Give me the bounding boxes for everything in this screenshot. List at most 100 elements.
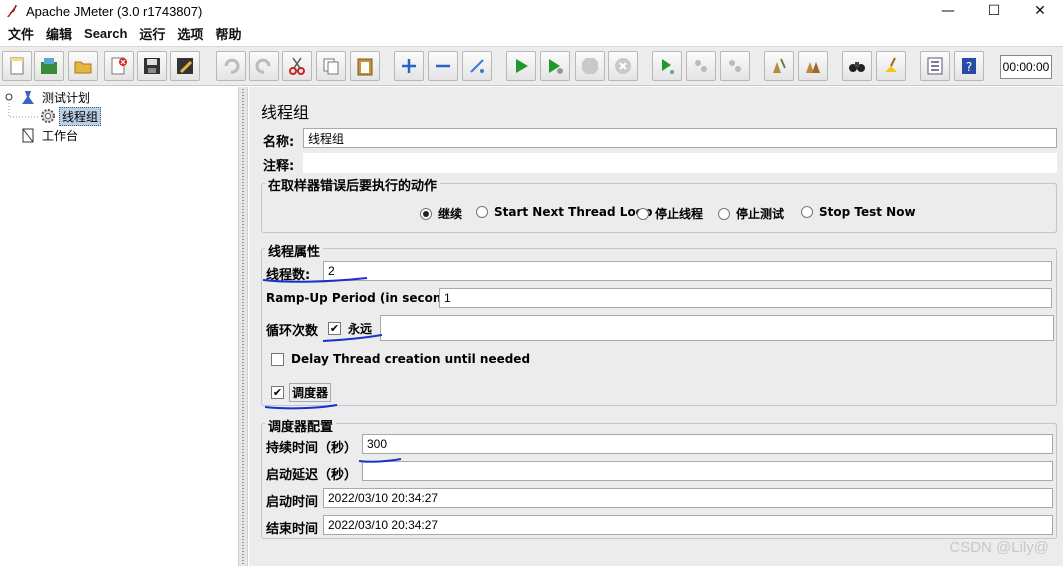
open-button[interactable] xyxy=(68,51,98,81)
name-field[interactable]: 线程组 xyxy=(303,128,1057,148)
menu-help[interactable]: 帮助 xyxy=(209,24,247,43)
paste-button[interactable] xyxy=(350,51,380,81)
radio-start-next-loop[interactable]: Start Next Thread Loop xyxy=(476,205,653,219)
save-button[interactable] xyxy=(137,51,167,81)
radio-stop-test[interactable]: 停止测试 xyxy=(718,205,784,222)
startup-delay-field[interactable] xyxy=(362,461,1053,481)
start-time-field[interactable]: 2022/03/10 20:34:27 xyxy=(323,488,1053,508)
collapse-icon xyxy=(436,64,450,68)
menu-run[interactable]: 运行 xyxy=(133,24,171,43)
radio-continue[interactable]: 继续 xyxy=(420,205,462,222)
scheduler-checkbox[interactable]: ✔ 调度器 xyxy=(271,383,332,402)
toolbar: ? 00:00:00 xyxy=(0,46,1063,86)
help-button[interactable]: ? xyxy=(954,51,984,81)
gear-icon xyxy=(40,108,56,124)
stop-button[interactable] xyxy=(575,51,605,81)
templates-button[interactable] xyxy=(34,51,64,81)
rampup-label: Ramp-Up Period (in seconds): xyxy=(266,291,468,305)
start-button[interactable] xyxy=(506,51,536,81)
comment-field[interactable] xyxy=(303,153,1057,173)
scheduler-check-icon: ✔ xyxy=(271,386,284,399)
test-tree: 测试计划 线程组 工作台 xyxy=(0,87,238,566)
toggle-button[interactable] xyxy=(462,51,492,81)
undo-button[interactable] xyxy=(216,51,246,81)
start-no-pause-icon xyxy=(549,59,563,74)
new-icon xyxy=(10,57,24,75)
close-button[interactable]: ✕ xyxy=(1017,0,1063,22)
remote-start-button[interactable] xyxy=(652,51,682,81)
menu-edit[interactable]: 编辑 xyxy=(40,24,78,43)
copy-icon xyxy=(323,58,339,75)
sampler-error-group-title: 在取样器错误后要执行的动作 xyxy=(265,175,441,194)
remote-stop-button[interactable] xyxy=(686,51,716,81)
radio-stop-test-dot xyxy=(718,207,730,220)
radio-start-next-loop-dot xyxy=(476,206,488,218)
thread-properties-title: 线程属性 xyxy=(265,241,324,260)
reset-search-button[interactable] xyxy=(876,51,906,81)
radio-stop-thread[interactable]: 停止线程 xyxy=(637,205,703,222)
loop-forever-checkbox[interactable]: ✔ 永远 xyxy=(328,320,374,337)
shutdown-button[interactable] xyxy=(608,51,638,81)
clear-button[interactable] xyxy=(764,51,794,81)
delay-thread-creation-checkbox[interactable]: Delay Thread creation until needed xyxy=(271,352,532,366)
remote-shutdown-button[interactable] xyxy=(720,51,750,81)
tree-node-workbench[interactable]: 工作台 xyxy=(20,126,80,144)
comment-label: 注释: xyxy=(263,159,295,174)
end-time-field[interactable]: 2022/03/10 20:34:27 xyxy=(323,515,1053,535)
copy-button[interactable] xyxy=(316,51,346,81)
rampup-field[interactable]: 1 xyxy=(439,288,1052,308)
svg-text:?: ? xyxy=(966,60,972,74)
scheduler-config-title: 调度器配置 xyxy=(265,416,337,435)
search-button[interactable] xyxy=(842,51,872,81)
cut-button[interactable] xyxy=(282,51,312,81)
redo-icon xyxy=(255,58,271,74)
clear-all-button[interactable] xyxy=(798,51,828,81)
test-plan-icon xyxy=(20,89,36,105)
start-no-pause-button[interactable] xyxy=(540,51,570,81)
function-helper-icon xyxy=(927,57,943,75)
maximize-button[interactable]: ☐ xyxy=(971,0,1017,22)
duration-field[interactable]: 300 xyxy=(362,434,1053,454)
window-title: Apache JMeter (3.0 r1743807) xyxy=(26,3,203,19)
threads-field[interactable]: 2 xyxy=(323,261,1052,281)
redo-button[interactable] xyxy=(249,51,279,81)
save-as-button[interactable] xyxy=(170,51,200,81)
radio-stop-test-now[interactable]: Stop Test Now xyxy=(801,205,916,219)
menu-file[interactable]: 文件 xyxy=(2,24,40,43)
menu-search[interactable]: Search xyxy=(78,26,133,41)
radio-stop-test-label: 停止测试 xyxy=(736,207,785,221)
templates-icon xyxy=(41,58,57,74)
name-label: 名称: xyxy=(263,135,295,150)
tree-label-thread-group: 线程组 xyxy=(59,106,102,126)
save-as-icon xyxy=(177,58,193,74)
loop-forever-check-icon: ✔ xyxy=(328,322,341,335)
radio-stop-thread-dot xyxy=(637,207,649,220)
function-helper-button[interactable] xyxy=(920,51,950,81)
tree-node-thread-group[interactable]: 线程组 xyxy=(40,106,102,126)
stop-icon xyxy=(582,58,598,74)
close-file-icon xyxy=(111,57,127,75)
radio-stop-test-now-label: Stop Test Now xyxy=(819,205,916,219)
close-file-button[interactable] xyxy=(104,51,134,81)
expand-icon xyxy=(402,59,416,73)
loop-count-field[interactable] xyxy=(380,315,1054,341)
split-pane-divider[interactable] xyxy=(238,87,248,566)
loop-count-label: 循环次数 xyxy=(266,324,319,339)
menu-options[interactable]: 选项 xyxy=(171,24,209,43)
jmeter-feather-icon xyxy=(4,3,20,19)
reset-search-icon xyxy=(885,57,897,72)
radio-stop-test-now-dot xyxy=(801,206,813,218)
new-button[interactable] xyxy=(2,51,32,81)
tree-node-test-plan[interactable]: 测试计划 xyxy=(20,88,92,106)
window-controls: — ☐ ✕ xyxy=(925,0,1063,22)
toggle-icon xyxy=(470,59,484,73)
end-time-label: 结束时间 xyxy=(266,522,319,537)
collapse-button[interactable] xyxy=(428,51,458,81)
radio-start-next-loop-label: Start Next Thread Loop xyxy=(494,205,653,219)
expand-button[interactable] xyxy=(394,51,424,81)
radio-continue-dot xyxy=(420,207,432,220)
threads-label: 线程数: xyxy=(266,268,311,283)
minimize-button[interactable]: — xyxy=(925,0,971,22)
delay-thread-creation-box xyxy=(271,352,284,366)
tree-label-test-plan: 测试计划 xyxy=(42,90,91,105)
